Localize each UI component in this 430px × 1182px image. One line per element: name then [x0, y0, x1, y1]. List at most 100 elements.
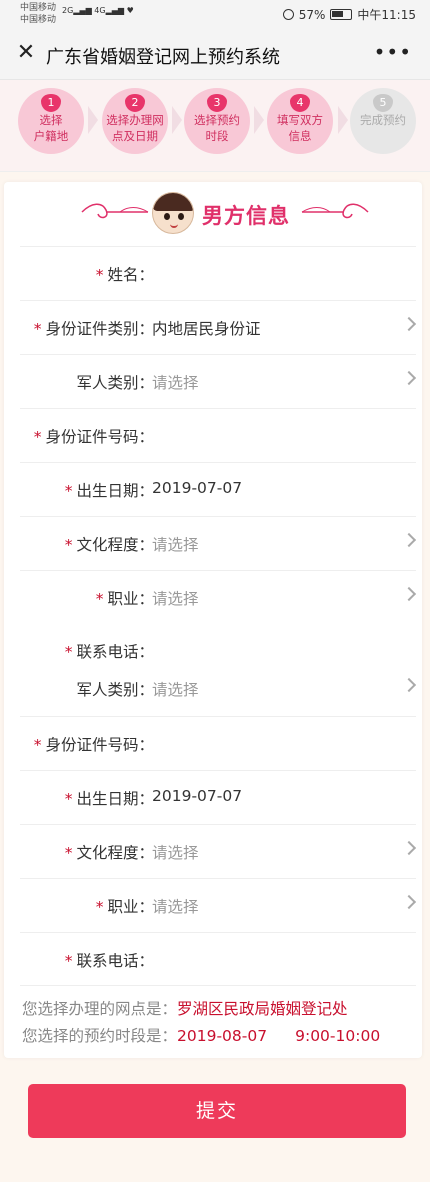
status-right: 57% 中午11:15	[282, 6, 416, 23]
required-mark: *	[33, 428, 42, 446]
battery-percent: 57%	[298, 7, 326, 22]
step-label: 选择办理网	[106, 113, 164, 127]
row-military-type[interactable]: 军人类别： 请选择	[20, 354, 417, 408]
network-1: 2G	[62, 6, 74, 15]
label-text: 军人类别：	[76, 374, 154, 392]
carrier-info: 中国移动 中国移动	[20, 2, 56, 26]
required-mark: *	[95, 590, 104, 608]
row-id-number[interactable]: * 身份证件号码：	[20, 408, 416, 462]
row-label: 军人类别：	[72, 371, 154, 393]
swirl-left-icon	[81, 203, 149, 219]
row-birth-date-2[interactable]: * 出生日期： 2019-07-07	[20, 770, 416, 824]
network-2: 4G	[94, 6, 106, 15]
required-mark: *	[64, 952, 73, 970]
required-mark: *	[64, 482, 73, 500]
step-number: 2	[125, 94, 145, 112]
military-type-select[interactable]: 请选择	[152, 678, 199, 700]
step-arrow-icon	[88, 106, 98, 134]
label-text: 军人类别：	[76, 681, 154, 699]
time-label: 您选择的预约时段是：	[22, 1027, 178, 1045]
step-label: 点及日期	[112, 129, 158, 143]
boy-avatar-icon	[152, 192, 194, 234]
birth-date-input[interactable]: 2019-07-07	[152, 787, 242, 805]
step-2: 2 选择办理网 点及日期	[102, 88, 168, 154]
date-value: 2019-08-07	[177, 1027, 268, 1045]
more-icon[interactable]: •••	[374, 40, 412, 64]
birth-date-input[interactable]: 2019-07-07	[152, 479, 242, 497]
label-text: 身份证件类别：	[45, 320, 154, 338]
carrier-2: 中国移动	[20, 15, 57, 25]
form-card: 男方信息 * 姓名： * 身份证件类别： 内地居民身份证 军人类别： 请选择 * 身份…	[4, 182, 422, 1058]
office-label: 您选择办理的网点是：	[22, 1000, 178, 1018]
occupation-select[interactable]: 请选择	[152, 587, 199, 609]
carrier-1: 中国移动	[20, 3, 57, 13]
label-text: 出生日期：	[76, 790, 154, 808]
row-education-2[interactable]: * 文化程度： 请选择	[20, 824, 417, 878]
office-value: 罗湖区民政局婚姻登记处	[177, 1000, 348, 1018]
label-text: 联系电话：	[76, 643, 154, 661]
step-label: 选择	[39, 113, 63, 127]
military-type-select[interactable]: 请选择	[152, 371, 199, 393]
section-title: 男方信息	[202, 204, 290, 228]
step-label: 户籍地	[33, 129, 69, 143]
label-text: 身份证件号码：	[45, 428, 154, 446]
id-type-select[interactable]: 内地居民身份证	[152, 317, 261, 339]
required-mark: *	[33, 320, 42, 338]
network-indicator: 2G▂▄▆ 4G▂▄▆ ♥	[62, 6, 134, 15]
submit-button[interactable]: 提交	[28, 1084, 406, 1138]
row-label: 军人类别：	[72, 678, 154, 700]
row-military-type-2[interactable]: 军人类别： 请选择	[20, 662, 417, 716]
step-label: 信息	[288, 129, 312, 143]
required-mark: *	[64, 536, 73, 554]
row-label: * 姓名：	[96, 263, 154, 285]
row-phone-2[interactable]: * 联系电话：	[20, 932, 416, 986]
required-mark: *	[64, 844, 73, 862]
label-text: 姓名：	[107, 266, 154, 284]
chevron-right-icon	[401, 894, 417, 910]
section-header: 男方信息	[4, 182, 422, 244]
battery-icon	[330, 9, 353, 20]
row-name[interactable]: * 姓名：	[20, 246, 416, 300]
swirl-right-icon	[301, 203, 369, 219]
education-select[interactable]: 请选择	[152, 533, 199, 555]
step-4: 4 填写双方 信息	[267, 88, 333, 154]
status-bar: 中国移动 中国移动 2G▂▄▆ 4G▂▄▆ ♥ 57% 中午11:15	[0, 0, 430, 30]
required-mark: *	[95, 266, 104, 284]
step-number: 3	[207, 94, 227, 112]
progress-steps: 1 选择 户籍地 2 选择办理网 点及日期 3 选择预约 时段 4 填写双方 信…	[0, 80, 430, 172]
label-text: 职业：	[107, 590, 154, 608]
label-text: 文化程度：	[76, 844, 154, 862]
step-label: 时段	[205, 129, 229, 143]
step-label: 完成预约	[360, 113, 406, 127]
row-id-type[interactable]: * 身份证件类别： 内地居民身份证	[20, 300, 417, 354]
row-birth-date[interactable]: * 出生日期： 2019-07-07	[20, 462, 416, 516]
row-label: * 身份证件号码：	[34, 733, 154, 755]
chevron-right-icon	[401, 586, 417, 602]
time-summary: 您选择的预约时段是：2019-08-07 9:00-10:00	[22, 1024, 380, 1046]
required-mark: *	[95, 898, 104, 916]
step-label: 填写双方	[277, 113, 323, 127]
education-select[interactable]: 请选择	[152, 841, 199, 863]
office-summary: 您选择办理的网点是：罗湖区民政局婚姻登记处	[22, 997, 348, 1019]
step-5: 5 完成预约	[350, 88, 416, 154]
step-arrow-icon	[254, 106, 264, 134]
step-3: 3 选择预约 时段	[184, 88, 250, 154]
label-text: 身份证件号码：	[45, 736, 154, 754]
row-label: * 身份证件号码：	[34, 425, 154, 447]
required-mark: *	[64, 643, 73, 661]
alarm-icon	[282, 9, 294, 20]
close-icon[interactable]: ✕	[14, 41, 38, 65]
chevron-right-icon	[401, 316, 417, 332]
row-label: * 文化程度：	[65, 841, 154, 863]
label-text: 文化程度：	[76, 536, 154, 554]
chevron-right-icon	[401, 677, 417, 693]
row-label: * 联系电话：	[65, 640, 154, 662]
occupation-select[interactable]: 请选择	[152, 895, 199, 917]
row-id-number-2[interactable]: * 身份证件号码：	[20, 716, 416, 770]
row-occupation-2[interactable]: * 职业： 请选择	[20, 878, 417, 932]
row-occupation[interactable]: * 职业： 请选择	[20, 570, 417, 624]
chevron-right-icon	[401, 840, 417, 856]
row-label: * 出生日期：	[65, 787, 154, 809]
row-education[interactable]: * 文化程度： 请选择	[20, 516, 417, 570]
row-label: * 身份证件类别：	[34, 317, 154, 339]
